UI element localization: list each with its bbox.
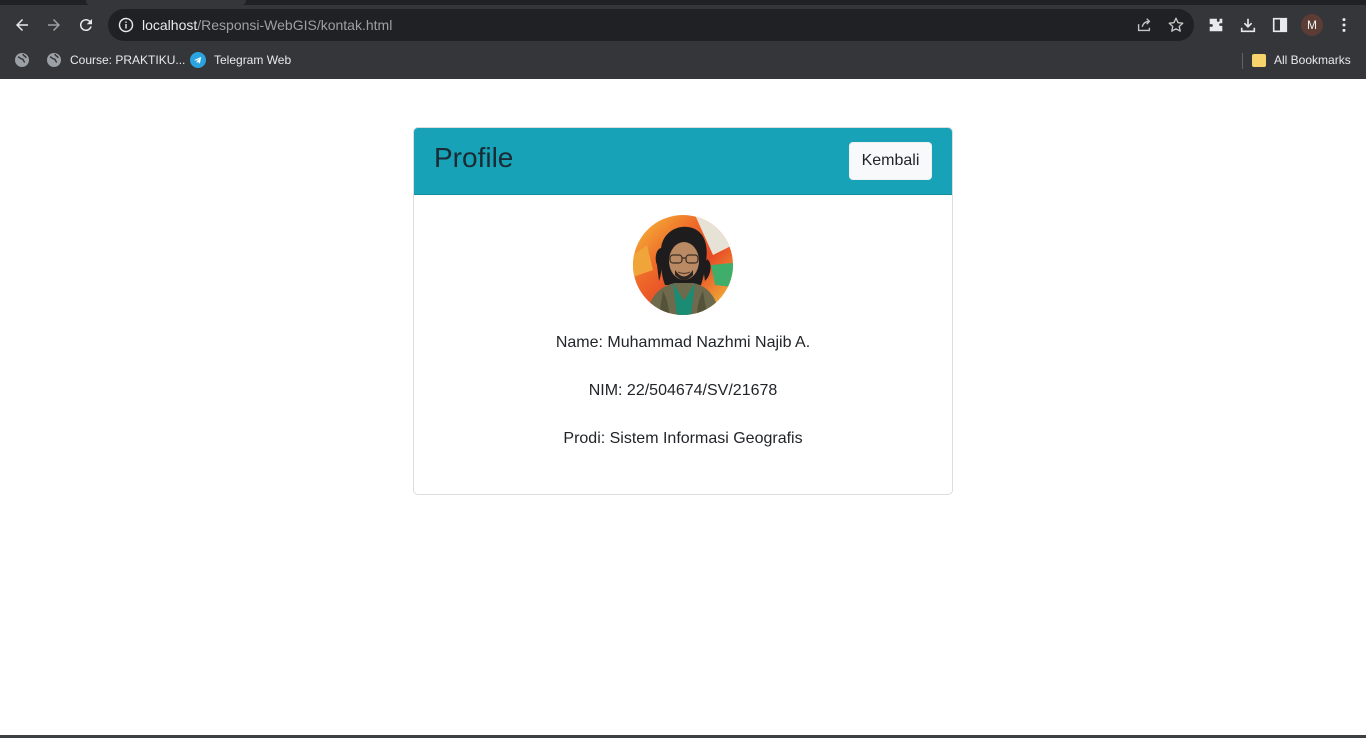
bookmarks-divider [1242,53,1243,69]
address-bar[interactable]: localhost/Responsi-WebGIS/kontak.html [108,9,1194,41]
page-title: Profile [434,142,514,173]
profile-prodi: Prodi: Sistem Informasi Geografis [563,430,803,447]
globe-icon [15,53,29,67]
reload-icon[interactable] [70,9,102,41]
share-icon[interactable] [1134,15,1154,35]
url-host: localhost [142,17,198,33]
bookmark-globe[interactable] [14,50,30,70]
side-panel-icon[interactable] [1270,15,1290,35]
bookmark-star-icon[interactable] [1166,15,1186,35]
globe-icon [47,53,61,67]
site-info-icon[interactable] [118,17,134,33]
bookmark-telegram[interactable]: Telegram Web [190,50,291,70]
profile-avatar[interactable]: M [1301,14,1323,36]
profile-nim: NIM: 22/504674/SV/21678 [588,382,778,399]
browser-toolbar: localhost/Responsi-WebGIS/kontak.html M [0,5,1366,45]
profile-card: Profile Kembali Name: Muhammad Nazhmi Na… [413,127,953,495]
bookmarks-bar: Course: PRAKTIKU... Telegram Web All Boo… [0,45,1366,75]
url-path: /Responsi-WebGIS/kontak.html [197,17,393,33]
back-button[interactable]: Kembali [849,142,932,180]
all-bookmarks-label: All Bookmarks [1274,53,1351,67]
forward-icon[interactable] [38,9,70,41]
telegram-icon [190,52,206,68]
browser-chrome: localhost/Responsi-WebGIS/kontak.html M [0,0,1366,79]
url-text[interactable]: localhost/Responsi-WebGIS/kontak.html [142,16,392,34]
card-header: Profile Kembali [414,128,952,195]
bookmark-label: Course: PRAKTIKU... [70,53,186,67]
download-icon[interactable] [1238,15,1258,35]
page-viewport: Profile Kembali Name: Muhammad Nazhmi Na… [0,79,1366,738]
extensions-icon[interactable] [1206,15,1226,35]
folder-icon [1252,53,1266,67]
more-menu-icon[interactable] [1334,15,1354,35]
bookmark-course[interactable]: Course: PRAKTIKU... [46,50,185,70]
avatar [633,215,733,315]
all-bookmarks-button[interactable]: All Bookmarks [1252,50,1351,70]
profile-name: Name: Muhammad Nazhmi Najib A. [555,334,811,351]
bookmark-label: Telegram Web [214,53,292,67]
back-icon[interactable] [6,9,38,41]
